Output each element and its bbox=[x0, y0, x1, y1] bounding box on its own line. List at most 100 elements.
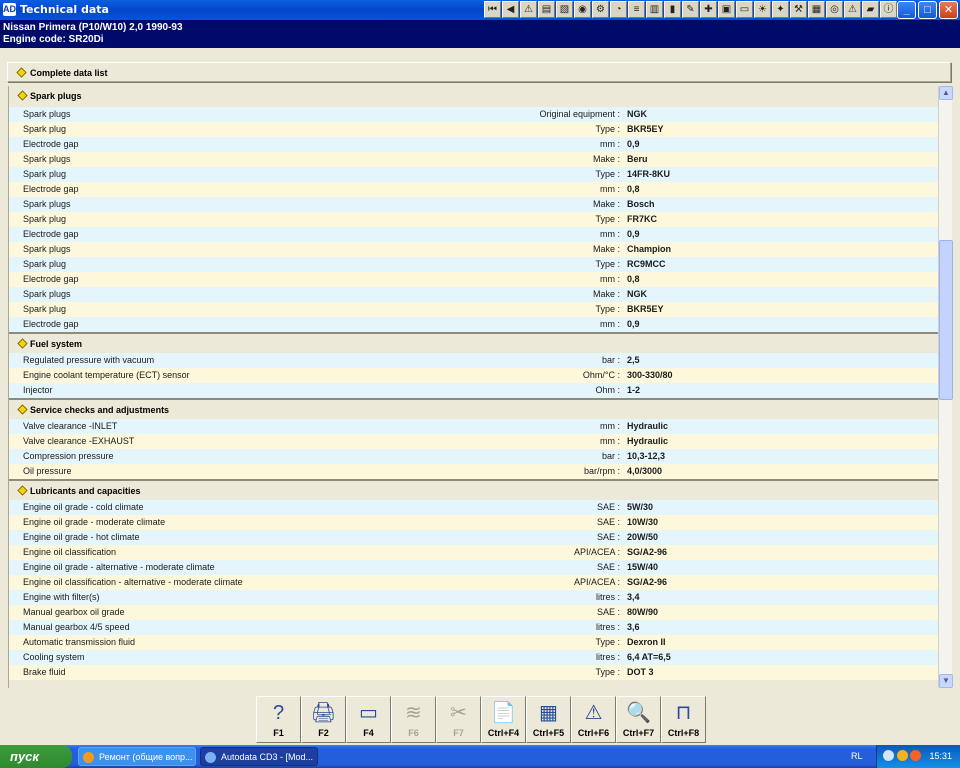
wrench-icon[interactable]: ✚ bbox=[700, 1, 717, 18]
taskbar-item-browser[interactable]: Ремонт (общие вопр... bbox=[78, 747, 196, 766]
section-header[interactable]: Lubricants and capacities bbox=[9, 479, 938, 500]
fkey-ctrl-f7[interactable]: 🔍 Ctrl+F7 bbox=[616, 696, 661, 743]
data-row[interactable]: Spark plug Type : FR7KC bbox=[9, 212, 938, 227]
data-row[interactable]: Spark plugs Original equipment : NGK bbox=[9, 107, 938, 122]
start-label: пуск bbox=[10, 749, 39, 764]
data-row[interactable]: Engine coolant temperature (ECT) sensor O… bbox=[9, 368, 938, 383]
timing-icon[interactable]: ≡ bbox=[628, 1, 645, 18]
wheel-icon[interactable]: ◎ bbox=[826, 1, 843, 18]
data-row[interactable]: Spark plugs Make : NGK bbox=[9, 287, 938, 302]
data-row[interactable]: Electrode gap mm : 0,9 bbox=[9, 317, 938, 332]
data-row[interactable]: Spark plugs Make : Beru bbox=[9, 152, 938, 167]
engine-icon[interactable]: ⚙ bbox=[592, 1, 609, 18]
data-row[interactable]: Compression pressure bar : 10,3-12,3 bbox=[9, 449, 938, 464]
taskbar-item-autodata[interactable]: Autodata CD3 - [Mod... bbox=[200, 747, 318, 766]
diagram-icon[interactable]: ▦ bbox=[808, 1, 825, 18]
row-unit: mm : bbox=[600, 319, 620, 329]
car2-icon[interactable]: ▰ bbox=[862, 1, 879, 18]
scroll-up-arrow-icon[interactable]: ▲ bbox=[939, 86, 953, 100]
row-unit: Original equipment : bbox=[539, 109, 620, 119]
fkey-f4[interactable]: ▭ F4 bbox=[346, 696, 391, 743]
data-row[interactable]: Engine oil grade - moderate climate SAE :… bbox=[9, 515, 938, 530]
section-header[interactable]: Fuel system bbox=[9, 332, 938, 353]
language-indicator[interactable]: RL bbox=[851, 751, 863, 761]
row-name: Engine oil grade - hot climate bbox=[23, 532, 140, 542]
section-header[interactable]: Spark plugs bbox=[9, 86, 938, 107]
minimize-button[interactable]: _ bbox=[897, 1, 916, 19]
data-row[interactable]: Electrode gap mm : 0,8 bbox=[9, 182, 938, 197]
browser-icon bbox=[83, 752, 94, 763]
row-unit: mm : bbox=[600, 184, 620, 194]
fkey-ctrl-f4[interactable]: 📄 Ctrl+F4 bbox=[481, 696, 526, 743]
fkey-f1[interactable]: ? F1 bbox=[256, 696, 301, 743]
lamp-icon[interactable]: ☀ bbox=[754, 1, 771, 18]
data-row[interactable]: Engine oil grade - hot climate SAE : 20W/5… bbox=[9, 530, 938, 545]
data-row[interactable]: Engine with filter(s) litres : 3,4 bbox=[9, 590, 938, 605]
data-row[interactable]: Manual gearbox oil grade SAE : 80W/90 bbox=[9, 605, 938, 620]
section-header[interactable]: Service checks and adjustments bbox=[9, 398, 938, 419]
data-row[interactable]: Spark plug Type : BKR5EY bbox=[9, 302, 938, 317]
spark-icon[interactable]: ✦ bbox=[772, 1, 789, 18]
camera-icon[interactable]: ◉ bbox=[574, 1, 591, 18]
fkey-ctrl-f8[interactable]: ⊓ Ctrl+F8 bbox=[661, 696, 706, 743]
alert-icon[interactable]: ⚠ bbox=[844, 1, 861, 18]
document-icon[interactable]: ▤ bbox=[538, 1, 555, 18]
data-row[interactable]: Electrode gap mm : 0,9 bbox=[9, 137, 938, 152]
close-button[interactable]: ✕ bbox=[939, 1, 958, 19]
scrollbar-thumb[interactable] bbox=[939, 240, 953, 400]
data-row[interactable]: Manual gearbox 4/5 speed litres : 3,6 bbox=[9, 620, 938, 635]
data-row[interactable]: Spark plugs Make : Bosch bbox=[9, 197, 938, 212]
warning-icon[interactable]: ⚠ bbox=[520, 1, 537, 18]
fkey-label: F4 bbox=[363, 728, 374, 738]
list-icon[interactable]: ▥ bbox=[646, 1, 663, 18]
data-row[interactable]: Electrode gap mm : 0,9 bbox=[9, 227, 938, 242]
row-unit: Type : bbox=[595, 667, 620, 677]
data-row[interactable]: Engine oil grade - alternative - moderat… bbox=[9, 560, 938, 575]
tools-icon[interactable]: ⚒ bbox=[790, 1, 807, 18]
data-row[interactable]: Engine oil grade - cold climate SAE : 5W/3… bbox=[9, 500, 938, 515]
car-icon[interactable]: ▣ bbox=[718, 1, 735, 18]
brush-icon[interactable]: ✎ bbox=[682, 1, 699, 18]
prev-icon[interactable]: ◀ bbox=[502, 1, 519, 18]
row-name: Engine oil grade - cold climate bbox=[23, 502, 144, 512]
data-row[interactable]: Spark plug Type : RC9MCC bbox=[9, 257, 938, 272]
maximize-button[interactable]: □ bbox=[918, 1, 937, 19]
fkey-ctrl-f6[interactable]: ⚠ Ctrl+F6 bbox=[571, 696, 616, 743]
data-row[interactable]: Engine oil classification - alternative … bbox=[9, 575, 938, 590]
data-row[interactable]: Injector Ohm : 1-2 bbox=[9, 383, 938, 398]
data-row[interactable]: Valve clearance -INLET mm : Hydraulic bbox=[9, 419, 938, 434]
data-row[interactable]: Spark plug Type : BKR5EY bbox=[9, 122, 938, 137]
update-icon[interactable] bbox=[897, 750, 908, 761]
chart-icon[interactable]: ▧ bbox=[556, 1, 573, 18]
data-row[interactable]: Valve clearance -EXHAUST mm : Hydraulic bbox=[9, 434, 938, 449]
network-icon[interactable] bbox=[883, 750, 894, 761]
row-name: Electrode gap bbox=[23, 139, 79, 149]
technical-data-list[interactable]: Spark plugs Spark plugs Original equipment… bbox=[8, 86, 938, 688]
row-value: 2,5 bbox=[627, 355, 640, 365]
data-row[interactable]: Electrode gap mm : 0,8 bbox=[9, 272, 938, 287]
scroll-down-arrow-icon[interactable]: ▼ bbox=[939, 674, 953, 688]
fkey-f2[interactable]: 🖨 F2 bbox=[301, 696, 346, 743]
data-row[interactable]: Regulated pressure with vacuum bar : 2,5 bbox=[9, 353, 938, 368]
info-icon[interactable]: ⓘ bbox=[880, 1, 897, 18]
complete-data-list-button[interactable]: Complete data list bbox=[7, 62, 951, 82]
window-title-bar[interactable]: AD Technical data ⏮ ◀ ⚠ ▤ ▧ ◉ ⚙ ◔ ≡ ▥ ▮ ✎ ✚ ▣ ▭ ☀ ✦ ⚒ ▦ ◎ ⚠ ▰… bbox=[0, 0, 960, 20]
data-row[interactable]: Oil pressure bar/rpm : 4,0/3000 bbox=[9, 464, 938, 479]
row-name: Spark plug bbox=[23, 304, 67, 314]
first-icon[interactable]: ⏮ bbox=[484, 1, 501, 18]
data-row[interactable]: Engine oil classification API/ACEA : SG/A2… bbox=[9, 545, 938, 560]
battery-icon[interactable]: ▮ bbox=[664, 1, 681, 18]
data-row[interactable]: Spark plugs Make : Champion bbox=[9, 242, 938, 257]
data-row[interactable]: Automatic transmission fluid Type : Dexron… bbox=[9, 635, 938, 650]
data-row[interactable]: Brake fluid Type : DOT 3 bbox=[9, 665, 938, 680]
data-row[interactable]: Spark plug Type : 14FR-8KU bbox=[9, 167, 938, 182]
vertical-scrollbar[interactable]: ▲ ▼ bbox=[938, 86, 953, 688]
gauge-icon[interactable]: ◔ bbox=[610, 1, 627, 18]
fkey-ctrl-f5[interactable]: ▦ Ctrl+F5 bbox=[526, 696, 571, 743]
start-button[interactable]: пуск bbox=[0, 745, 72, 768]
row-value: 0,8 bbox=[627, 274, 640, 284]
data-row[interactable]: Cooling system litres : 6,4 AT=6,5 bbox=[9, 650, 938, 665]
security-icon[interactable] bbox=[910, 750, 921, 761]
window-icon[interactable]: ▭ bbox=[736, 1, 753, 18]
row-name: Regulated pressure with vacuum bbox=[23, 355, 155, 365]
